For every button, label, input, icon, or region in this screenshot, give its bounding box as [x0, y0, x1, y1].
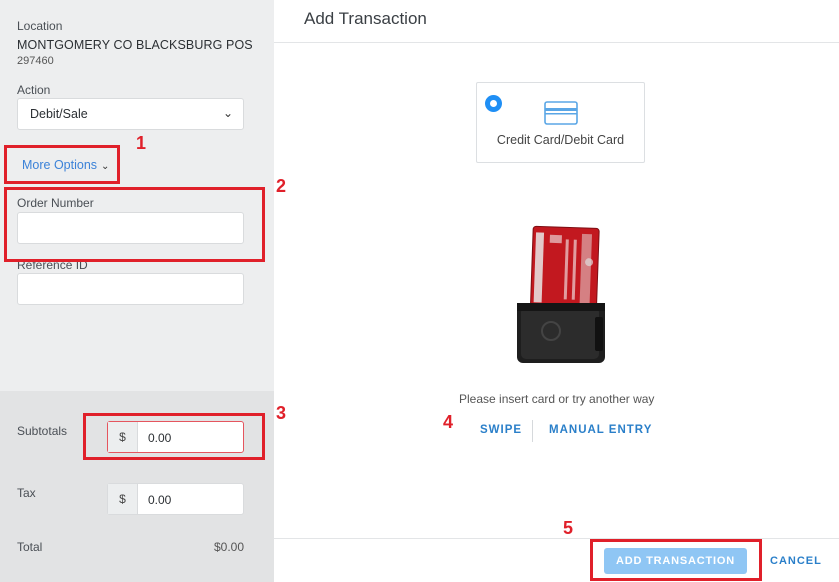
cancel-button[interactable]: CANCEL: [770, 555, 822, 567]
subtotals-label: Subtotals: [17, 424, 68, 438]
card-reader-image: [517, 225, 605, 363]
location-id: 297460: [17, 55, 54, 67]
chevron-down-icon: ⌄: [222, 106, 233, 120]
annotation-number-3: 3: [276, 403, 287, 423]
radio-selected-icon[interactable]: [485, 95, 502, 112]
page-title: Add Transaction: [304, 9, 427, 28]
payment-option-label: Credit Card/Debit Card: [496, 133, 625, 147]
total-label: Total: [17, 540, 43, 554]
credit-card-icon: [544, 101, 578, 125]
annotation-box-1: [4, 145, 120, 184]
swipe-button[interactable]: SWIPE: [480, 424, 522, 436]
divider: [532, 420, 533, 442]
annotation-number-2: 2: [276, 176, 287, 196]
location-name: MONTGOMERY CO BLACKSBURG POS: [17, 38, 253, 52]
tax-field[interactable]: $ 0.00: [107, 483, 244, 515]
insert-card-prompt: Please insert card or try another way: [459, 392, 655, 406]
payment-option-card[interactable]: Credit Card/Debit Card: [476, 82, 645, 163]
annotation-box-5: [590, 539, 762, 581]
annotation-box-2: [4, 187, 265, 262]
action-select[interactable]: Debit/Sale ⌄: [17, 98, 244, 130]
header-divider: [274, 42, 839, 43]
action-select-value: Debit/Sale: [30, 107, 88, 121]
annotation-number-4: 4: [443, 412, 454, 432]
annotation-number-1: 1: [136, 133, 147, 153]
currency-symbol: $: [108, 484, 138, 514]
annotation-box-3: [83, 413, 265, 460]
annotation-number-5: 5: [563, 518, 574, 538]
action-label: Action: [17, 83, 51, 97]
location-label: Location: [17, 19, 63, 33]
tax-input[interactable]: 0.00: [138, 484, 243, 514]
tax-label: Tax: [17, 486, 36, 500]
reference-id-input[interactable]: [17, 273, 244, 305]
total-value: $0.00: [214, 540, 245, 554]
manual-entry-button[interactable]: MANUAL ENTRY: [549, 424, 652, 436]
left-panel: Location MONTGOMERY CO BLACKSBURG POS 29…: [0, 0, 274, 582]
